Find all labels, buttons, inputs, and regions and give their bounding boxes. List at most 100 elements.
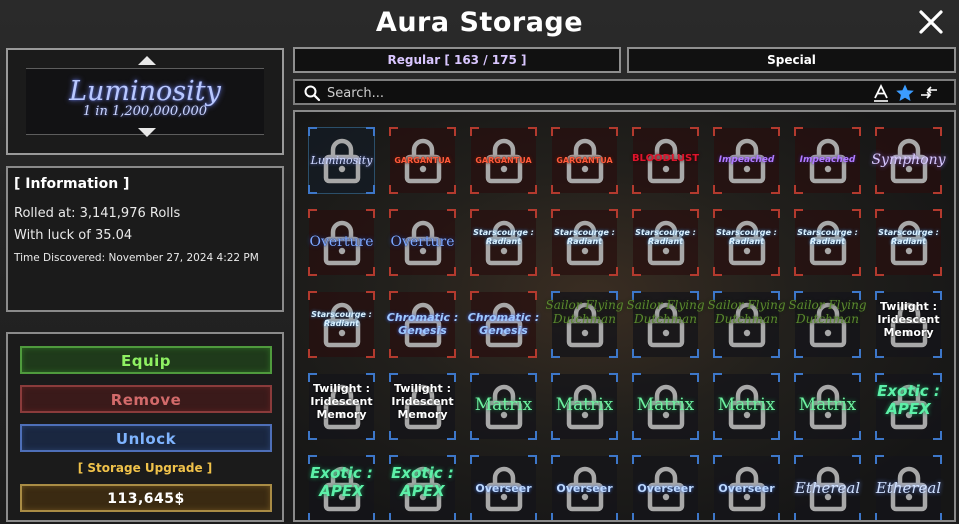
aura-slot[interactable]: BLOODLUST [632,127,699,194]
actions-panel: Equip Remove Unlock [ Storage Upgrade ] … [6,332,284,522]
aura-slot-label: Starscourge : Radiant [716,228,777,246]
aura-slot[interactable]: Matrix [713,373,780,440]
aura-slot[interactable]: Overture [389,209,456,276]
aura-slot[interactable]: Ethereal [875,455,942,520]
aura-slot-label: Overture [390,234,455,250]
aura-slot-label: Chromatic : Genesis [467,311,540,337]
aura-slot-label: Matrix [636,395,695,415]
aura-slot[interactable]: Matrix [470,373,537,440]
rolled-at-text: Rolled at: 3,141,976 Rolls [14,206,181,221]
aura-slot-label: Matrix [555,395,614,415]
tab-special[interactable]: Special [627,47,956,73]
aura-slot[interactable]: Starscourge : Radiant [632,209,699,276]
selected-aura-panel: Luminosity 1 in 1,200,000,000 [6,48,284,155]
aura-slot[interactable]: Starscourge : Radiant [308,291,375,358]
aura-slot-label: Twilight : Iridescent Memory [310,382,373,421]
aura-slot-label: Matrix [717,395,776,415]
close-icon[interactable] [915,6,947,38]
aura-slot[interactable]: Overseer [470,455,537,520]
storage-upgrade-label: [ Storage Upgrade ] [77,461,213,475]
unlock-button[interactable]: Unlock [20,424,272,452]
aura-slot[interactable]: Starscourge : Radiant [794,209,861,276]
aura-slot[interactable]: Exotic : APEX [875,373,942,440]
aura-slot[interactable]: Exotic : APEX [389,455,456,520]
aura-slot[interactable]: Luminosity [308,127,375,194]
aura-slot[interactable]: Overseer [713,455,780,520]
time-discovered-text: Time Discovered: November 27, 2024 4:22 … [14,252,259,264]
aura-slot[interactable]: Starscourge : Radiant [551,209,618,276]
aura-slot[interactable]: Twilight : Iridescent Memory [389,373,456,440]
information-title: [ Information ] [14,176,130,192]
aura-slot[interactable]: GARGANTUA [389,127,456,194]
search-input[interactable] [327,83,847,103]
aura-slot[interactable]: Symphony [871,127,946,194]
aura-slot-label: Starscourge : Radiant [473,228,534,246]
window-title: Aura Storage [375,7,584,38]
aura-slot-label: Starscourge : Radiant [311,310,372,328]
aura-slot[interactable]: Exotic : APEX [308,455,375,520]
aura-slot-label: Overseer [556,482,613,495]
aura-slot-label: Overseer [637,482,694,495]
aura-storage-window: Aura Storage Luminosity 1 in 1,200,000,0… [0,0,959,524]
aura-slot[interactable]: Twilight : Iridescent Memory [875,291,942,358]
information-panel: [ Information ] Rolled at: 3,141,976 Rol… [6,166,284,312]
aura-slot-label: Sailor Flying Dutchman [545,298,624,326]
aura-slot[interactable]: Starscourge : Radiant [470,209,537,276]
aura-slot-label: Impeached [799,155,856,165]
aura-slot-label: Ethereal [794,479,861,497]
aura-slot[interactable]: Twilight : Iridescent Memory [308,373,375,440]
aura-slot-label: GARGANTUA [394,156,451,165]
search-bar [293,79,956,105]
aura-slot[interactable]: GARGANTUA [470,127,537,194]
swap-arrows-icon[interactable] [919,83,939,103]
aura-slot[interactable]: Starscourge : Radiant [875,209,942,276]
arrow-down-icon [138,128,156,137]
aura-slot[interactable]: Overseer [551,455,618,520]
search-icon [304,85,321,102]
aura-slot-label: Sailor Flying Dutchman [788,298,867,326]
aura-grid-frame: Luminosity GARGANTUA GARGANTUA GARGANTUA BLO… [293,110,956,522]
aura-slot-label: Sailor Flying Dutchman [626,298,705,326]
aura-slot-label: GARGANTUA [475,156,532,165]
aura-slot-label: Exotic : APEX [877,382,940,418]
star-icon[interactable] [895,83,915,103]
aura-slot[interactable]: Sailor Flying Dutchman [545,291,624,358]
aura-slot-label: Exotic : APEX [310,464,373,500]
aura-slot-label: Luminosity [310,154,373,167]
aura-slot-label: Matrix [798,395,857,415]
aura-slot[interactable]: Chromatic : Genesis [468,291,539,358]
aura-slot[interactable]: Matrix [551,373,618,440]
tab-regular[interactable]: Regular [ 163 / 175 ] [293,47,621,73]
aura-slot-label: Impeached [718,155,775,165]
aura-slot-label: Symphony [871,152,946,168]
aura-slot[interactable]: Sailor Flying Dutchman [626,291,705,358]
aura-slot-label: Overture [309,234,374,250]
aura-slot-label: Overseer [718,482,775,495]
aura-slot[interactable]: Impeached [794,127,861,194]
equip-button[interactable]: Equip [20,346,272,374]
aura-slot[interactable]: Overseer [632,455,699,520]
storage-upgrade-button[interactable]: 113,645$ [20,484,272,512]
selected-aura-rarity: 1 in 1,200,000,000 [82,104,208,119]
luck-text: With luck of 35.04 [14,228,133,243]
aura-slot-label: Sailor Flying Dutchman [707,298,786,326]
aura-slot-label: Starscourge : Radiant [554,228,615,246]
aura-slot-label: Exotic : APEX [391,464,454,500]
aura-slot-label: Starscourge : Radiant [797,228,858,246]
aura-slot[interactable]: Impeached [713,127,780,194]
aura-slot[interactable]: GARGANTUA [551,127,618,194]
aura-slot[interactable]: Starscourge : Radiant [713,209,780,276]
aura-slot[interactable]: Matrix [794,373,861,440]
aura-slot[interactable]: Sailor Flying Dutchman [788,291,867,358]
aura-slot[interactable]: Matrix [632,373,699,440]
sort-alphabetical-icon[interactable] [871,83,891,103]
aura-grid: Luminosity GARGANTUA GARGANTUA GARGANTUA BLO… [308,127,946,520]
aura-slot-label: Ethereal [875,479,942,497]
aura-slot[interactable]: Sailor Flying Dutchman [707,291,786,358]
arrow-up-icon [138,56,156,65]
aura-slot[interactable]: Ethereal [794,455,861,520]
aura-slot[interactable]: Chromatic : Genesis [387,291,458,358]
aura-slot[interactable]: Overture [308,209,375,276]
remove-button[interactable]: Remove [20,385,272,413]
aura-slot-label: Chromatic : Genesis [386,311,459,337]
